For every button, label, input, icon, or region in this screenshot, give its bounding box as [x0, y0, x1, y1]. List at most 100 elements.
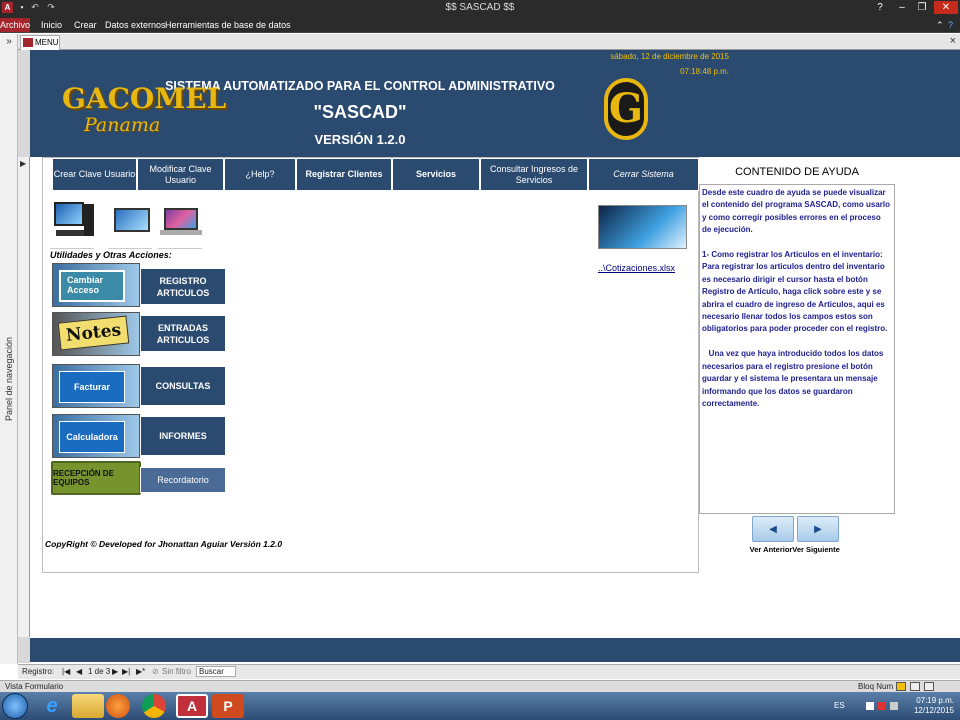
cambiar-acceso-label: Cambiar Acceso [59, 270, 125, 302]
ribbon-collapse-icon[interactable]: ⌃ [936, 18, 944, 32]
powerpoint-icon[interactable]: P [212, 694, 244, 718]
search-box[interactable]: Buscar [196, 666, 236, 677]
gacomel-logo: GACOMEL [62, 82, 227, 115]
document-tab-bar: MENU × [18, 34, 960, 50]
view-status: Vista Formulario [5, 682, 64, 691]
cerrar-sistema-button[interactable]: Cerrar Sistema [588, 158, 699, 191]
laptop-icon[interactable] [160, 200, 202, 240]
recepcion-equipos-button[interactable]: RECEPCIÓN DE EQUIPOS [51, 461, 141, 495]
first-record-icon[interactable]: |◀ [62, 667, 70, 676]
help-nav-button[interactable]: ¿Help? [224, 158, 296, 191]
registrar-clientes-button[interactable]: Registrar Clientes [296, 158, 392, 191]
cotizaciones-image[interactable] [598, 205, 687, 249]
header-date: sábado, 12 de diciembre de 2015 [610, 52, 729, 61]
tab-menu[interactable]: MENU [20, 35, 60, 50]
tray-alert-icon[interactable] [878, 702, 886, 710]
help-prev-button[interactable]: ◀ [752, 516, 794, 542]
tray-network-icon[interactable] [890, 702, 898, 710]
numlock-status: Bloq Num [858, 682, 894, 691]
ribbon-tabs: Archivo Inicio Crear Datos externos Herr… [0, 16, 960, 33]
monitor-icon[interactable] [112, 200, 154, 240]
consultar-ingresos-button[interactable]: Consultar Ingresos de Servicios [480, 158, 588, 191]
copyright-text: CopyRight © Developed for Jhonattan Agui… [45, 539, 283, 549]
g-logo: G [604, 78, 648, 140]
chevron-right-icon: ▶ [814, 524, 822, 535]
tab-archivo[interactable]: Archivo [0, 18, 30, 32]
record-selector[interactable]: ▶ [18, 157, 30, 637]
clock-date: 12/12/2015 [913, 706, 954, 715]
help-content[interactable]: Desde este cuadro de ayuda se puede visu… [699, 184, 895, 514]
desktop-computer-icon[interactable] [52, 200, 94, 240]
layout-view-icon[interactable] [910, 682, 920, 691]
filter-icon: ⊘ [152, 667, 159, 676]
entradas-articulos-button[interactable]: ENTRADAS ARTICULOS [140, 315, 226, 352]
access-taskbar-icon[interactable]: A [176, 694, 208, 718]
help-next-label: Ver Siguiente [792, 545, 840, 554]
window-title: $$ SASCAD $$ [445, 2, 515, 13]
clock-time: 07:19 p.m. [916, 696, 954, 705]
expand-nav-icon[interactable]: » [2, 36, 16, 50]
form-footer [30, 638, 960, 662]
last-record-icon[interactable]: ▶| [122, 667, 130, 676]
minimize-button[interactable]: – [892, 1, 912, 14]
record-label: Registro: [22, 667, 55, 676]
notes-label: Notes [57, 315, 130, 351]
help-next-button[interactable]: ▶ [797, 516, 839, 542]
calculadora-button[interactable]: Calculadora [52, 414, 140, 458]
divider [158, 248, 202, 249]
informes-button[interactable]: INFORMES [140, 416, 226, 456]
tab-datos-externos[interactable]: Datos externos [105, 18, 166, 32]
tab-crear[interactable]: Crear [74, 18, 97, 32]
panama-logo-text: Panama [84, 114, 161, 136]
close-button[interactable]: ✕ [934, 1, 958, 14]
cotizaciones-link[interactable]: ..\Cotizaciones.xlsx [598, 263, 675, 273]
next-record-icon[interactable]: ▶ [112, 667, 118, 676]
record-pointer-icon: ▶ [20, 159, 27, 168]
cambiar-acceso-button[interactable]: Cambiar Acceso [52, 263, 140, 307]
divider [108, 248, 152, 249]
form-icon [23, 38, 33, 47]
modificar-clave-button[interactable]: Modificar Clave Usuario [137, 158, 224, 191]
status-bar: Vista Formulario Bloq Num [0, 680, 960, 692]
taskbar-clock[interactable]: 07:19 p.m. 12/12/2015 [914, 696, 954, 716]
record-navigation-bar: Registro: |◀ ◀ 1 de 3 ▶ ▶| ▶* ⊘ Sin filt… [18, 664, 960, 679]
header-time: 07:18:48 p.m. [680, 67, 729, 76]
facturar-button[interactable]: Facturar [52, 364, 140, 408]
registro-articulos-button[interactable]: REGISTRO ARTICULOS [140, 268, 226, 305]
help-button[interactable]: ? [948, 18, 953, 32]
tab-herramientas[interactable]: Herramientas de base de datos [165, 18, 291, 32]
nav-pane-label: Panel de navegación [4, 336, 14, 422]
record-position[interactable]: 1 de 3 [88, 667, 110, 676]
language-indicator[interactable]: ES [834, 701, 845, 710]
start-button[interactable] [2, 693, 28, 719]
taskbar: e A P ES 07:19 p.m. 12/12/2015 [0, 692, 960, 720]
title-bar: A ▪ ↶ ↷ $$ SASCAD $$ ? – ❐ ✕ [0, 0, 960, 16]
system-acronym: "SASCAD" [313, 102, 407, 122]
design-view-icon[interactable] [924, 682, 934, 691]
consultas-button[interactable]: CONSULTAS [140, 366, 226, 406]
divider [50, 248, 94, 249]
system-version: VERSIÓN 1.2.0 [314, 132, 406, 147]
tab-menu-label: MENU [35, 38, 59, 47]
filter-status[interactable]: Sin filtro [162, 667, 191, 676]
prev-record-icon[interactable]: ◀ [76, 667, 82, 676]
crear-clave-button[interactable]: Crear Clave Usuario [52, 158, 137, 191]
form-view-icon[interactable] [896, 682, 906, 691]
help-title: CONTENIDO DE AYUDA [735, 166, 859, 178]
folder-icon[interactable] [72, 694, 104, 718]
close-document-icon[interactable]: × [950, 35, 956, 47]
servicios-button[interactable]: Servicios [392, 158, 480, 191]
ie-icon[interactable]: e [36, 694, 68, 718]
navigation-pane[interactable]: » Panel de navegación [0, 34, 18, 664]
notes-button[interactable]: Notes [52, 312, 140, 356]
new-record-icon[interactable]: ▶* [136, 667, 145, 676]
recordatorio-button[interactable]: Recordatorio [140, 467, 226, 493]
tray-flag-icon[interactable] [866, 702, 874, 710]
media-player-icon[interactable] [106, 694, 130, 718]
maximize-button[interactable]: ❐ [912, 1, 932, 14]
help-icon[interactable]: ? [870, 1, 890, 14]
chevron-left-icon: ◀ [769, 524, 777, 535]
chrome-icon[interactable] [142, 694, 166, 718]
facturar-label: Facturar [59, 371, 125, 403]
tab-inicio[interactable]: Inicio [41, 18, 62, 32]
